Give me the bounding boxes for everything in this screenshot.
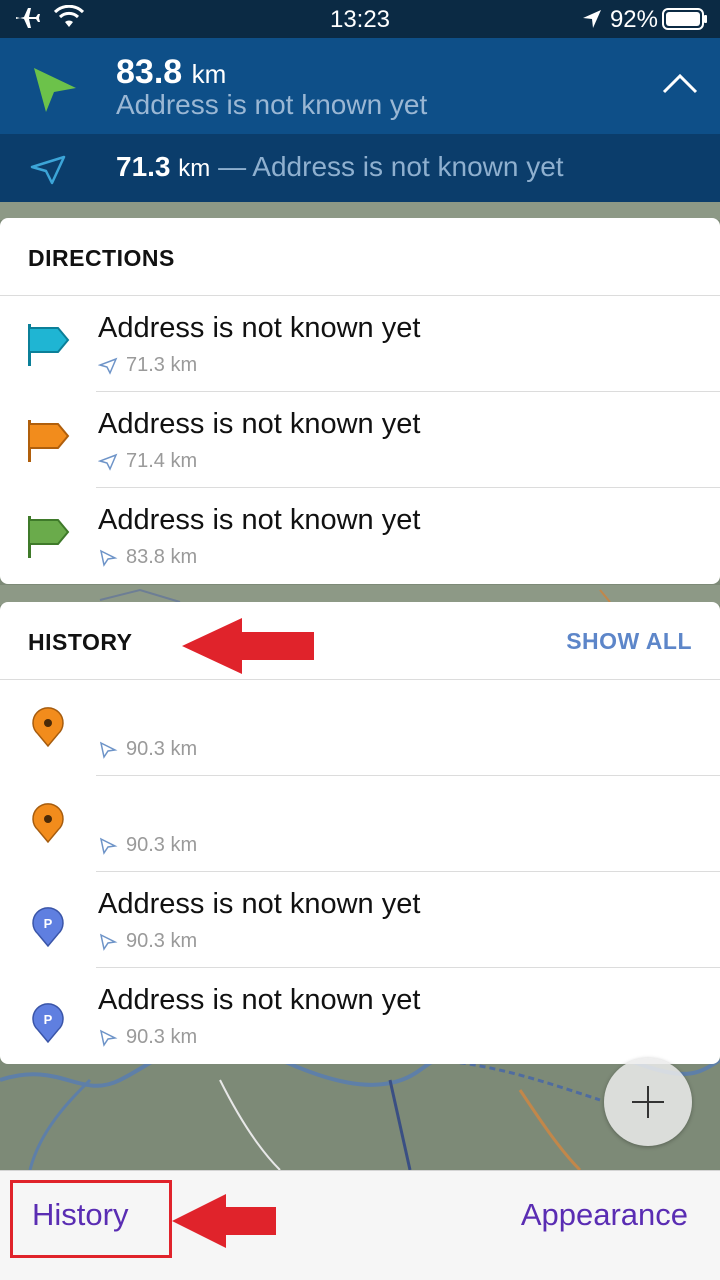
history-distance-value: 90.3 km bbox=[126, 1026, 198, 1048]
direction-arrow-icon bbox=[98, 357, 118, 375]
directions-card: DIRECTIONS Address is not known yet 71.3… bbox=[0, 218, 720, 584]
battery-percentage: 92% bbox=[609, 6, 658, 33]
pointer-arrow-icon bbox=[99, 837, 118, 855]
secondary-distance-unit: km bbox=[178, 155, 211, 182]
direction-item[interactable]: Address is not known yet 71.4 km bbox=[0, 392, 720, 488]
orange-pin-icon bbox=[30, 802, 66, 849]
direction-name: Address is not known yet bbox=[98, 312, 421, 344]
directions-header: DIRECTIONS bbox=[0, 218, 720, 296]
history-distance: 90.3 km bbox=[98, 1026, 197, 1049]
parking-letter: P bbox=[44, 1012, 53, 1027]
next-destination-bar[interactable]: 71.3 km — Address is not known yet bbox=[0, 134, 720, 202]
direction-distance: 83.8 km bbox=[98, 546, 197, 569]
secondary-address: Address is not known yet bbox=[252, 151, 564, 182]
history-name: Address is not known yet bbox=[98, 984, 421, 1016]
direction-arrow-icon bbox=[30, 155, 66, 190]
parking-pin-icon: P bbox=[30, 906, 66, 953]
history-title: HISTORY bbox=[28, 629, 133, 655]
chevron-up-icon[interactable] bbox=[662, 72, 698, 99]
show-all-button[interactable]: SHOW ALL bbox=[566, 628, 692, 655]
parking-letter: P bbox=[44, 916, 53, 931]
history-item[interactable]: 90.3 km bbox=[0, 776, 720, 872]
battery-icon bbox=[662, 8, 708, 37]
history-distance: 90.3 km bbox=[98, 930, 197, 953]
history-distance: 90.3 km bbox=[98, 738, 197, 761]
appearance-tab-button[interactable]: Appearance bbox=[521, 1197, 688, 1233]
history-distance-value: 90.3 km bbox=[126, 930, 198, 952]
location-arrow-icon bbox=[582, 8, 602, 36]
annotation-arrow-icon bbox=[182, 618, 314, 674]
direction-name: Address is not known yet bbox=[98, 504, 421, 536]
separator: — bbox=[218, 151, 247, 182]
direction-distance: 71.4 km bbox=[98, 450, 197, 473]
pointer-arrow-icon bbox=[99, 549, 118, 567]
pointer-arrow-icon bbox=[99, 1029, 118, 1047]
flag-icon bbox=[26, 322, 70, 373]
direction-name: Address is not known yet bbox=[98, 408, 421, 440]
history-item[interactable]: P Address is not known yet 90.3 km bbox=[0, 872, 720, 968]
primary-distance-value: 83.8 bbox=[116, 53, 183, 91]
navigation-pointer-icon bbox=[30, 66, 78, 119]
primary-distance: 83.8 km bbox=[116, 53, 226, 92]
history-item[interactable]: P Address is not known yet 90.3 km bbox=[0, 968, 720, 1064]
flag-icon bbox=[26, 418, 70, 469]
flag-icon bbox=[26, 514, 70, 565]
direction-arrow-icon bbox=[98, 453, 118, 471]
history-name: Address is not known yet bbox=[98, 888, 421, 920]
parking-pin-icon: P bbox=[30, 1002, 66, 1049]
status-bar: 13:23 92% bbox=[0, 0, 720, 38]
orange-pin-icon bbox=[30, 706, 66, 753]
zoom-in-button[interactable] bbox=[604, 1058, 692, 1146]
history-header: HISTORY SHOW ALL bbox=[0, 602, 720, 680]
primary-distance-unit: km bbox=[191, 59, 227, 89]
annotation-highlight-box bbox=[10, 1180, 172, 1258]
history-card: HISTORY SHOW ALL 90.3 km 90.3 km P Addre… bbox=[0, 602, 720, 1064]
pointer-arrow-icon bbox=[99, 741, 118, 759]
history-distance-value: 90.3 km bbox=[126, 738, 198, 760]
direction-item[interactable]: Address is not known yet 83.8 km bbox=[0, 488, 720, 584]
directions-title: DIRECTIONS bbox=[28, 245, 175, 271]
direction-distance-value: 83.8 km bbox=[126, 546, 198, 568]
pointer-arrow-icon bbox=[99, 933, 118, 951]
annotation-arrow-icon bbox=[172, 1194, 276, 1248]
plus-icon bbox=[632, 1086, 664, 1118]
primary-address: Address is not known yet bbox=[116, 89, 428, 120]
navigation-header[interactable]: 83.8 km Address is not known yet bbox=[0, 38, 720, 134]
direction-distance-value: 71.4 km bbox=[126, 450, 198, 472]
direction-distance: 71.3 km bbox=[98, 354, 197, 377]
secondary-destination: 71.3 km — Address is not known yet bbox=[116, 151, 564, 183]
direction-distance-value: 71.3 km bbox=[126, 354, 198, 376]
history-distance-value: 90.3 km bbox=[126, 834, 198, 856]
direction-item[interactable]: Address is not known yet 71.3 km bbox=[0, 296, 720, 392]
history-item[interactable]: 90.3 km bbox=[0, 680, 720, 776]
secondary-distance-value: 71.3 bbox=[116, 151, 171, 182]
history-distance: 90.3 km bbox=[98, 834, 197, 857]
